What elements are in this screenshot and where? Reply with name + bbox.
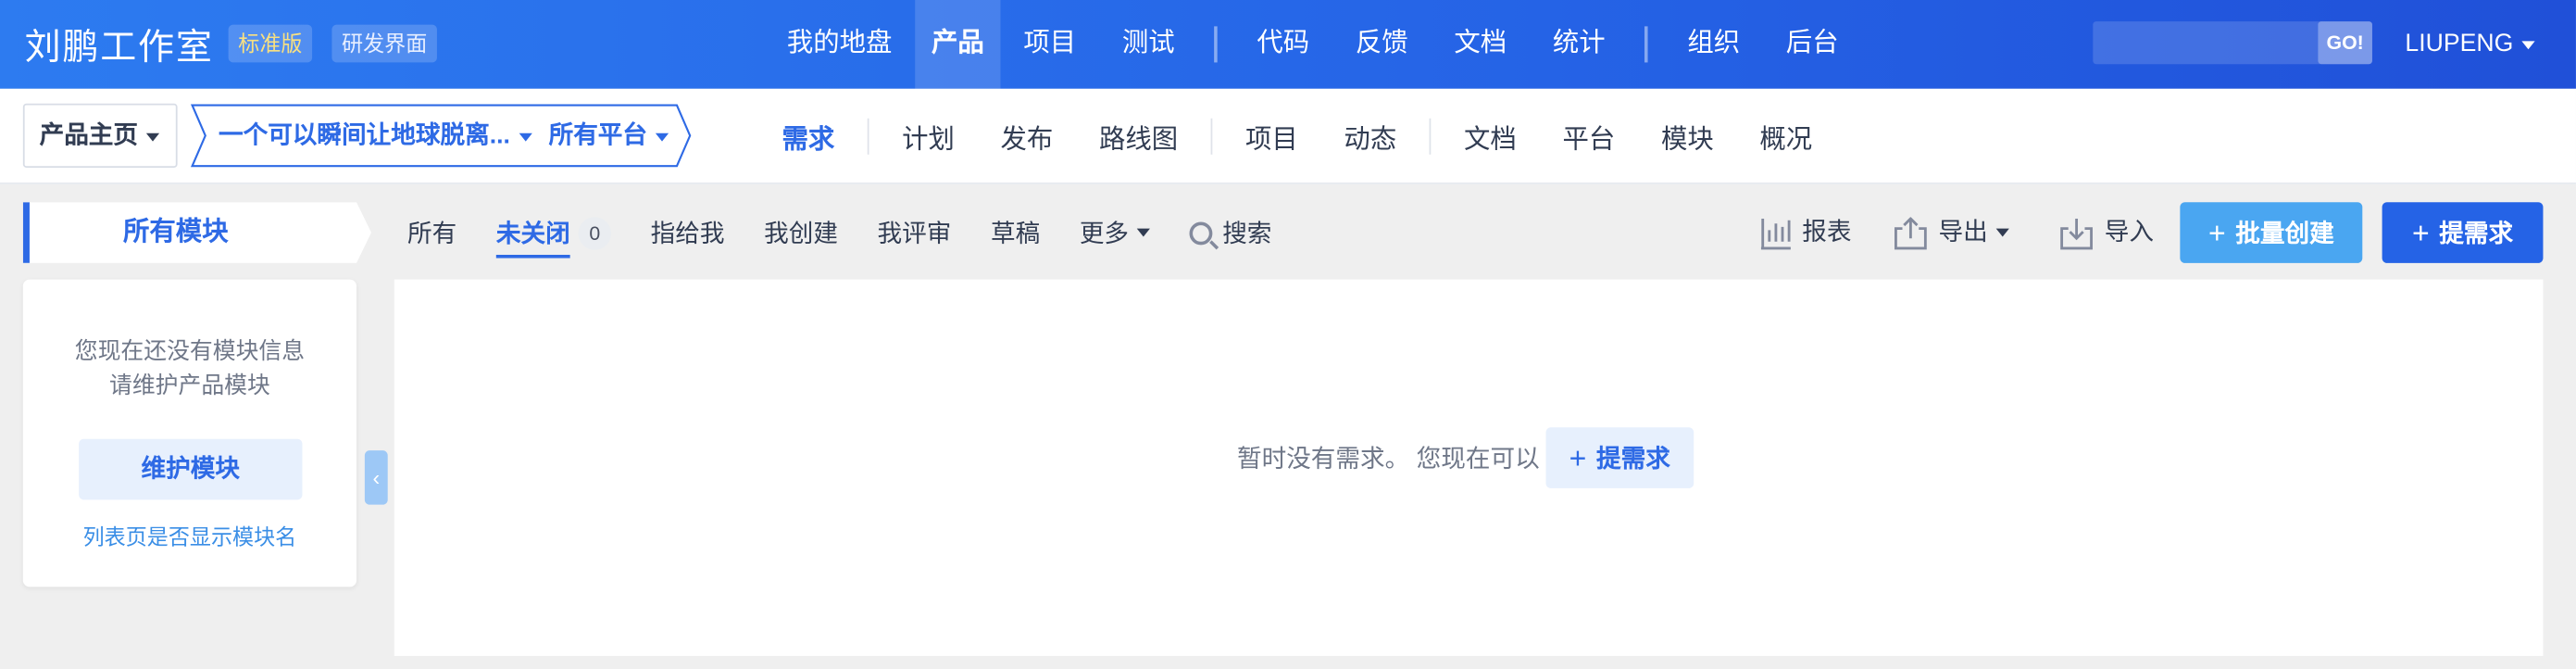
search-go-button[interactable]: GO! xyxy=(2318,21,2372,65)
edition-tag: 标准版 xyxy=(228,24,313,63)
user-name: LIUPENG xyxy=(2405,29,2514,58)
tab-reviewed-by-me[interactable]: 我评审 xyxy=(857,215,970,249)
import-button[interactable]: 导入 xyxy=(2058,202,2154,263)
import-label: 导入 xyxy=(2104,218,2155,247)
chevron-down-icon xyxy=(145,132,160,141)
nav-org[interactable]: 组织 xyxy=(1671,0,1757,89)
search-toggle[interactable]: 搜索 xyxy=(1169,215,1291,249)
nav-code[interactable]: 代码 xyxy=(1241,0,1326,89)
nav-product[interactable]: 产品 xyxy=(915,0,1001,89)
import-icon xyxy=(2060,218,2093,249)
product-home-label: 产品主页 xyxy=(39,121,139,150)
tab-created-by-me[interactable]: 我创建 xyxy=(744,215,857,249)
user-menu[interactable]: LIUPENG xyxy=(2405,0,2535,89)
subnav-doc[interactable]: 文档 xyxy=(1444,117,1536,157)
subnav-project[interactable]: 项目 xyxy=(1226,117,1318,157)
nav-admin[interactable]: 后台 xyxy=(1769,0,1855,89)
plus-icon: + xyxy=(2207,216,2226,249)
all-modules-header[interactable]: 所有模块 xyxy=(22,202,371,263)
module-empty-hint: 请维护产品模块 xyxy=(108,371,270,398)
empty-state: 暂时没有需求。 您现在可以 + 提需求 xyxy=(1237,427,1694,488)
tab-label: 未关闭 xyxy=(495,215,570,259)
subnav-dynamic[interactable]: 动态 xyxy=(1324,117,1416,157)
batch-create-label: 批量创建 xyxy=(2235,220,2334,248)
subnav-platform[interactable]: 平台 xyxy=(1543,117,1634,157)
chevron-down-icon xyxy=(1136,228,1151,237)
plus-icon: + xyxy=(2411,216,2430,249)
subnav-release[interactable]: 发布 xyxy=(981,117,1072,157)
product-name: 一个可以瞬间让地球脱离... xyxy=(218,121,510,150)
export-icon xyxy=(1894,216,1927,249)
main-nav: 我的地盘 产品 项目 测试 代码 反馈 文档 统计 组织 后台 xyxy=(764,0,1861,89)
tab-label: 更多 xyxy=(1079,220,1130,248)
nav-project[interactable]: 项目 xyxy=(1007,0,1093,89)
tab-label: 草稿 xyxy=(990,220,1041,248)
tab-label: 我创建 xyxy=(764,220,838,248)
nav-my[interactable]: 我的地盘 xyxy=(770,0,908,89)
nav-test[interactable]: 测试 xyxy=(1106,0,1191,89)
tab-more[interactable]: 更多 xyxy=(1060,215,1170,249)
chevron-down-icon xyxy=(655,132,669,141)
search-label: 搜索 xyxy=(1222,220,1272,248)
module-tree-panel: 您现在还没有模块信息 请维护产品模块 维护模块 列表页是否显示模块名 xyxy=(22,279,357,587)
subnav-divider xyxy=(1429,118,1432,155)
batch-create-button[interactable]: + 批量创建 xyxy=(2180,202,2363,263)
subnav-divider xyxy=(867,118,869,155)
platform-dropdown[interactable]: 所有平台 xyxy=(549,104,669,168)
chevron-down-icon xyxy=(2521,40,2535,49)
tab-label: 我评审 xyxy=(877,220,952,248)
module-empty-text: 您现在还没有模块信息 xyxy=(74,336,306,364)
platform-name: 所有平台 xyxy=(548,121,648,150)
empty-add-story-button[interactable]: + 提需求 xyxy=(1545,427,1694,488)
chevron-down-icon xyxy=(1995,228,2009,237)
subnav-plan[interactable]: 计划 xyxy=(882,117,974,157)
tab-label: 所有 xyxy=(407,220,457,248)
view-switch-tag[interactable]: 研发界面 xyxy=(331,24,437,63)
nav-feedback[interactable]: 反馈 xyxy=(1339,0,1424,89)
plus-icon: + xyxy=(1569,441,1587,474)
export-dropdown[interactable]: 导出 xyxy=(1893,202,2009,263)
add-story-button[interactable]: + 提需求 xyxy=(2382,202,2544,263)
subnav-overview[interactable]: 概况 xyxy=(1740,117,1832,157)
collapse-sidebar-button[interactable]: ‹ xyxy=(364,450,388,505)
empty-state-text: 暂时没有需求。 您现在可以 xyxy=(1236,445,1540,473)
report-button[interactable]: 报表 xyxy=(1759,202,1852,263)
subnav-module[interactable]: 模块 xyxy=(1642,117,1733,157)
empty-add-story-label: 提需求 xyxy=(1595,445,1670,473)
subnav-divider xyxy=(1210,118,1213,155)
product-home-dropdown[interactable]: 产品主页 xyxy=(22,103,178,168)
tab-unclosed[interactable]: 未关闭 0 xyxy=(477,208,631,259)
nav-stats[interactable]: 统计 xyxy=(1536,0,1621,89)
product-subnav: 需求 计划 发布 路线图 项目 动态 文档 平台 模块 概况 xyxy=(759,89,1835,184)
sub-navbar: 产品主页 一个可以瞬间让地球脱离... 所有平台 需求 计划 发布 路线图 项目… xyxy=(0,88,2576,184)
maintain-module-button[interactable]: 维护模块 xyxy=(79,438,303,500)
tab-assigned-to-me[interactable]: 指给我 xyxy=(631,215,744,249)
nav-doc[interactable]: 文档 xyxy=(1438,0,1523,89)
chevron-down-icon xyxy=(518,132,531,141)
story-list-panel: 暂时没有需求。 您现在可以 + 提需求 xyxy=(394,279,2544,656)
story-filter-tabs: 所有 未关闭 0 指给我 我创建 我评审 草稿 更多 搜索 xyxy=(388,202,1292,263)
export-label: 导出 xyxy=(1938,218,1988,247)
report-label: 报表 xyxy=(1802,218,1852,247)
tab-draft[interactable]: 草稿 xyxy=(971,215,1060,249)
tab-label: 指给我 xyxy=(650,220,725,248)
count-badge: 0 xyxy=(578,216,612,249)
chevron-left-icon: ‹ xyxy=(372,465,381,490)
search-icon xyxy=(1189,221,1213,245)
nav-divider xyxy=(1644,26,1648,63)
brand-title[interactable]: 刘鹏工作室 xyxy=(25,19,214,71)
top-navbar: 刘鹏工作室 标准版 研发界面 我的地盘 产品 项目 测试 代码 反馈 文档 统计… xyxy=(0,0,2576,89)
add-story-label: 提需求 xyxy=(2439,220,2514,248)
show-module-name-link[interactable]: 列表页是否显示模块名 xyxy=(23,520,356,551)
nav-divider xyxy=(1214,26,1218,63)
bar-chart-icon xyxy=(1760,218,1791,249)
subnav-roadmap[interactable]: 路线图 xyxy=(1080,117,1198,157)
product-switcher[interactable]: 一个可以瞬间让地球脱离... 所有平台 xyxy=(190,104,692,168)
product-name-dropdown[interactable]: 一个可以瞬间让地球脱离... xyxy=(219,104,531,168)
tab-all[interactable]: 所有 xyxy=(388,215,477,249)
subnav-story[interactable]: 需求 xyxy=(762,117,854,157)
all-modules-title: 所有模块 xyxy=(123,218,229,247)
